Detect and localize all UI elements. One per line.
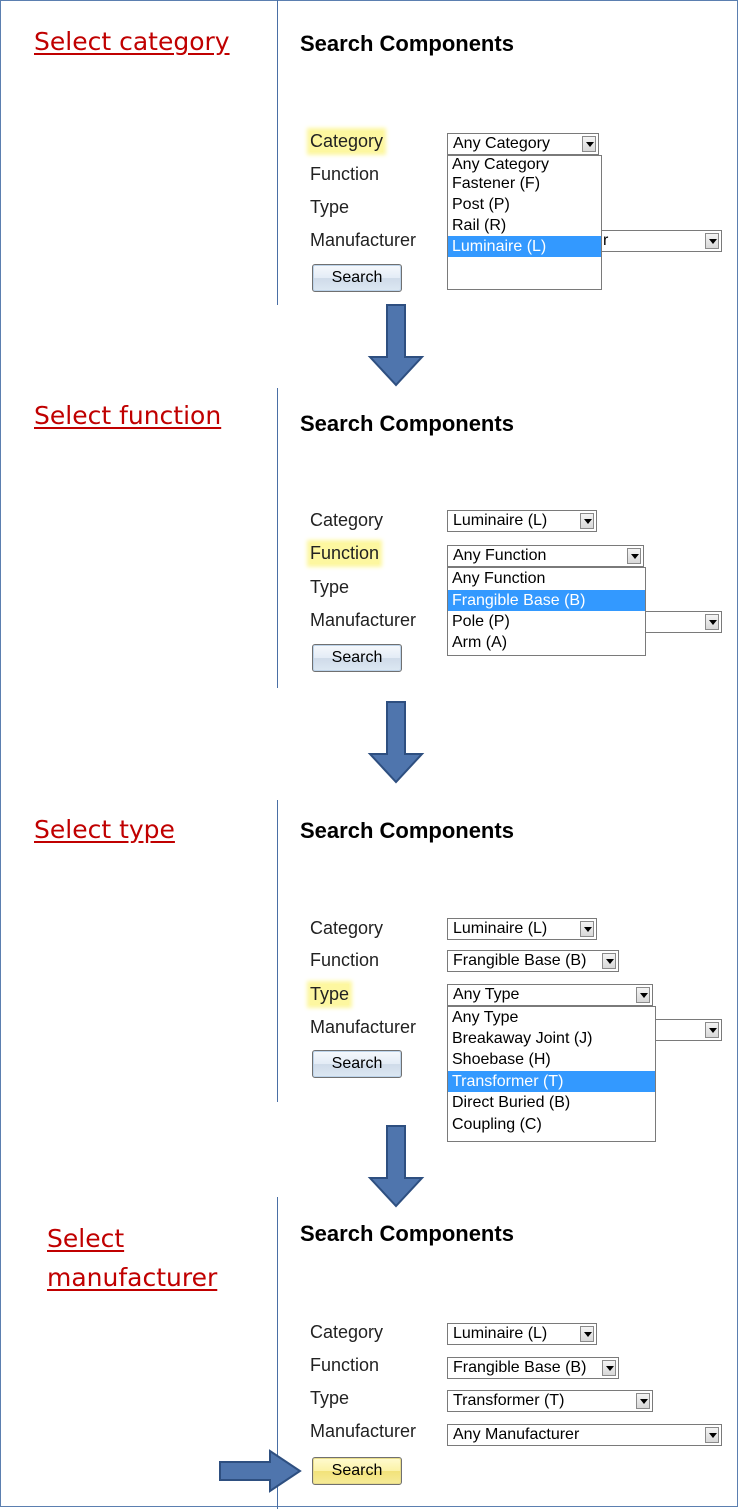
function-label: Function [310,950,380,970]
dropdown-option-selected[interactable]: Luminaire (L) [448,236,601,257]
dropdown-option-selected[interactable]: Frangible Base (B) [448,590,645,611]
dropdown-option[interactable]: Pole (P) [448,611,645,632]
step-label-select-category: Select category [34,27,230,56]
category-label: Category [310,510,384,530]
function-select-value: Frangible Base (B) [453,1359,587,1376]
category-select-value: Any Category [453,135,550,152]
dropdown-arrow-icon[interactable] [636,987,650,1003]
search-button[interactable]: Search [312,1457,402,1485]
dropdown-option[interactable]: Direct Buried (B) [448,1092,655,1114]
function-select-value: Any Function [453,547,547,564]
search-button[interactable]: Search [312,644,402,672]
step-label-select-type: Select type [34,815,175,844]
down-arrow-icon [367,701,425,784]
dropdown-arrow-icon[interactable] [627,548,641,564]
category-select[interactable]: Luminaire (L) [447,510,597,532]
dropdown-arrow-icon[interactable] [705,614,719,630]
category-select-value: Luminaire (L) [453,512,548,529]
type-select-value: Any Type [453,986,520,1003]
type-label: Type [310,197,350,217]
step-label-line-2: manufacturer [47,1263,218,1293]
right-arrow-icon [219,1449,302,1493]
dropdown-arrow-icon[interactable] [580,1326,594,1342]
dropdown-arrow-icon[interactable] [602,953,616,969]
page-title: Search Components [300,818,514,843]
function-select[interactable]: Frangible Base (B) [447,950,619,972]
divider-3 [277,800,278,1102]
category-label: Category [310,918,384,938]
manufacturer-select-value: r [603,232,609,249]
dropdown-option[interactable]: Post (P) [448,194,601,215]
dropdown-arrow-icon[interactable] [602,1360,616,1376]
dropdown-arrow-icon[interactable] [580,513,594,529]
category-select-value: Luminaire (L) [453,1325,548,1342]
dropdown-arrow-icon[interactable] [705,1022,719,1038]
dropdown-option[interactable]: Any Type [448,1007,655,1029]
type-select[interactable]: Any Type [447,984,653,1006]
function-dropdown-list[interactable]: Any Function Frangible Base (B) Pole (P)… [447,567,646,656]
dropdown-option[interactable]: Arm (A) [448,632,645,653]
type-label: Type [310,1388,350,1408]
dropdown-option[interactable]: Shoebase (H) [448,1049,655,1071]
page-title: Search Components [300,31,514,56]
category-select[interactable]: Luminaire (L) [447,1323,597,1345]
dropdown-option[interactable]: Any Function [448,568,645,590]
dropdown-option[interactable]: Rail (R) [448,215,601,236]
dropdown-option[interactable]: Any Category [448,156,601,174]
manufacturer-select[interactable]: Any Manufacturer [447,1424,722,1446]
manufacturer-label: Manufacturer [310,230,417,250]
manufacturer-select-value: Any Manufacturer [453,1426,580,1443]
dropdown-arrow-icon[interactable] [580,921,594,937]
type-select-value: Transformer (T) [453,1392,565,1409]
category-label: Category [310,131,384,152]
dropdown-option-selected[interactable]: Transformer (T) [448,1071,655,1092]
manufacturer-label: Manufacturer [310,1421,417,1441]
dropdown-option[interactable]: Breakaway Joint (J) [448,1029,655,1049]
dropdown-arrow-icon[interactable] [582,136,596,152]
dropdown-arrow-icon[interactable] [705,1427,719,1443]
category-label: Category [310,1322,384,1342]
dropdown-option[interactable]: Fastener (F) [448,174,601,194]
type-dropdown-list[interactable]: Any Type Breakaway Joint (J) Shoebase (H… [447,1006,656,1142]
function-select[interactable]: Frangible Base (B) [447,1357,619,1379]
down-arrow-icon [367,304,425,387]
page-title: Search Components [300,411,514,436]
type-label: Type [310,984,350,1005]
function-select-value: Frangible Base (B) [453,952,587,969]
function-label: Function [310,543,380,564]
down-arrow-icon [367,1125,425,1208]
category-select[interactable]: Luminaire (L) [447,918,597,940]
dropdown-option[interactable]: Coupling (C) [448,1114,655,1136]
divider-2 [277,388,278,688]
dropdown-arrow-icon[interactable] [705,233,719,249]
function-select[interactable]: Any Function [447,545,644,567]
function-label: Function [310,164,380,184]
type-label: Type [310,577,350,597]
manufacturer-label: Manufacturer [310,610,417,630]
step-label-line-1: Select [47,1224,125,1253]
manufacturer-label: Manufacturer [310,1017,417,1037]
category-select[interactable]: Any Category [447,133,599,155]
divider-1 [277,0,278,305]
type-select[interactable]: Transformer (T) [447,1390,653,1412]
category-dropdown-list[interactable]: Any Category Fastener (F) Post (P) Rail … [447,155,602,290]
search-button[interactable]: Search [312,264,402,292]
category-select-value: Luminaire (L) [453,920,548,937]
search-button[interactable]: Search [312,1050,402,1078]
dropdown-arrow-icon[interactable] [636,1393,650,1409]
step-label-select-manufacturer: Select manufacturer [47,1223,217,1294]
step-label-select-function: Select function [34,401,222,430]
page-title: Search Components [300,1221,514,1246]
function-label: Function [310,1355,380,1375]
